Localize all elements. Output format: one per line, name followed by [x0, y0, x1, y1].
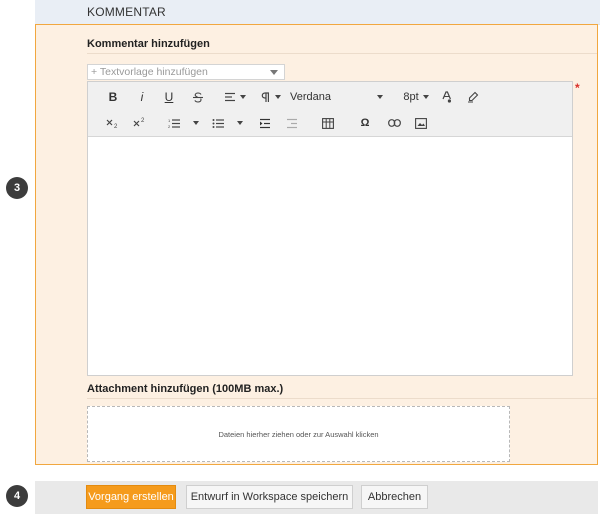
chevron-down-icon [376, 95, 383, 99]
ordered-list-dropdown[interactable] [191, 116, 201, 130]
bold-icon[interactable]: B [106, 90, 120, 104]
comment-panel: Kommentar hinzufügen + Textvorlage hinzu… [35, 24, 598, 465]
table-icon[interactable] [320, 116, 336, 130]
underline-icon[interactable]: U [162, 90, 176, 104]
section-title: KOMMENTAR [87, 5, 166, 19]
chevron-down-icon [270, 70, 278, 75]
divider [87, 398, 597, 399]
svg-text:2: 2 [114, 124, 118, 129]
svg-text:2: 2 [168, 124, 171, 129]
dropzone-text: Dateien hierher ziehen oder zur Auswahl … [218, 429, 379, 439]
svg-text:2: 2 [141, 118, 145, 124]
template-select[interactable]: + Textvorlage hinzufügen [87, 64, 285, 80]
comment-label: Kommentar hinzufügen [87, 38, 210, 50]
link-icon[interactable] [386, 116, 402, 130]
chevron-down-icon [422, 95, 429, 99]
save-draft-button[interactable]: Entwurf in Workspace speichern [186, 485, 353, 509]
special-char-icon[interactable]: Ω [358, 116, 372, 130]
section-header: KOMMENTAR [35, 0, 600, 25]
paragraph-icon[interactable] [259, 90, 283, 104]
superscript-icon[interactable]: 2 [132, 116, 148, 130]
font-color-icon[interactable] [440, 90, 454, 104]
chevron-down-icon [193, 121, 199, 125]
font-family-select[interactable]: Verdana [290, 90, 390, 104]
font-size-select[interactable]: 8pt [398, 90, 434, 104]
rich-text-editor: B i U Verdana 8pt 2 2 1 2 Ω [87, 81, 573, 376]
attachment-dropzone[interactable]: Dateien hierher ziehen oder zur Auswahl … [87, 406, 510, 462]
font-size-value: 8pt [403, 91, 419, 103]
cancel-button[interactable]: Abbrechen [361, 485, 428, 509]
editor-toolbar: B i U Verdana 8pt 2 2 1 2 Ω [88, 82, 572, 137]
strikethrough-icon[interactable] [190, 90, 206, 104]
italic-icon[interactable]: i [135, 90, 149, 104]
step-badge-4: 4 [6, 485, 28, 507]
chevron-down-icon [237, 121, 243, 125]
font-family-value: Verdana [290, 91, 331, 103]
unordered-list-dropdown[interactable] [235, 116, 245, 130]
step-badge-3: 3 [6, 177, 28, 199]
unordered-list-icon[interactable] [210, 116, 226, 130]
required-marker: * [575, 81, 580, 95]
highlight-icon[interactable] [466, 90, 480, 104]
editor-content-area[interactable] [88, 137, 572, 375]
indent-icon[interactable] [257, 116, 273, 130]
ordered-list-icon[interactable]: 12 [166, 116, 182, 130]
template-placeholder: + Textvorlage hinzufügen [91, 66, 208, 78]
create-ticket-button[interactable]: Vorgang erstellen [86, 485, 176, 509]
attachment-label: Attachment hinzufügen (100MB max.) [87, 383, 284, 395]
chevron-down-icon [275, 95, 281, 99]
subscript-icon[interactable]: 2 [105, 116, 121, 130]
outdent-icon[interactable] [284, 116, 300, 130]
image-icon[interactable] [413, 116, 429, 130]
divider [87, 53, 597, 54]
align-icon[interactable] [222, 90, 248, 104]
action-bar: Vorgang erstellen Entwurf in Workspace s… [35, 481, 598, 514]
svg-text:1: 1 [168, 118, 171, 123]
chevron-down-icon [240, 95, 246, 99]
